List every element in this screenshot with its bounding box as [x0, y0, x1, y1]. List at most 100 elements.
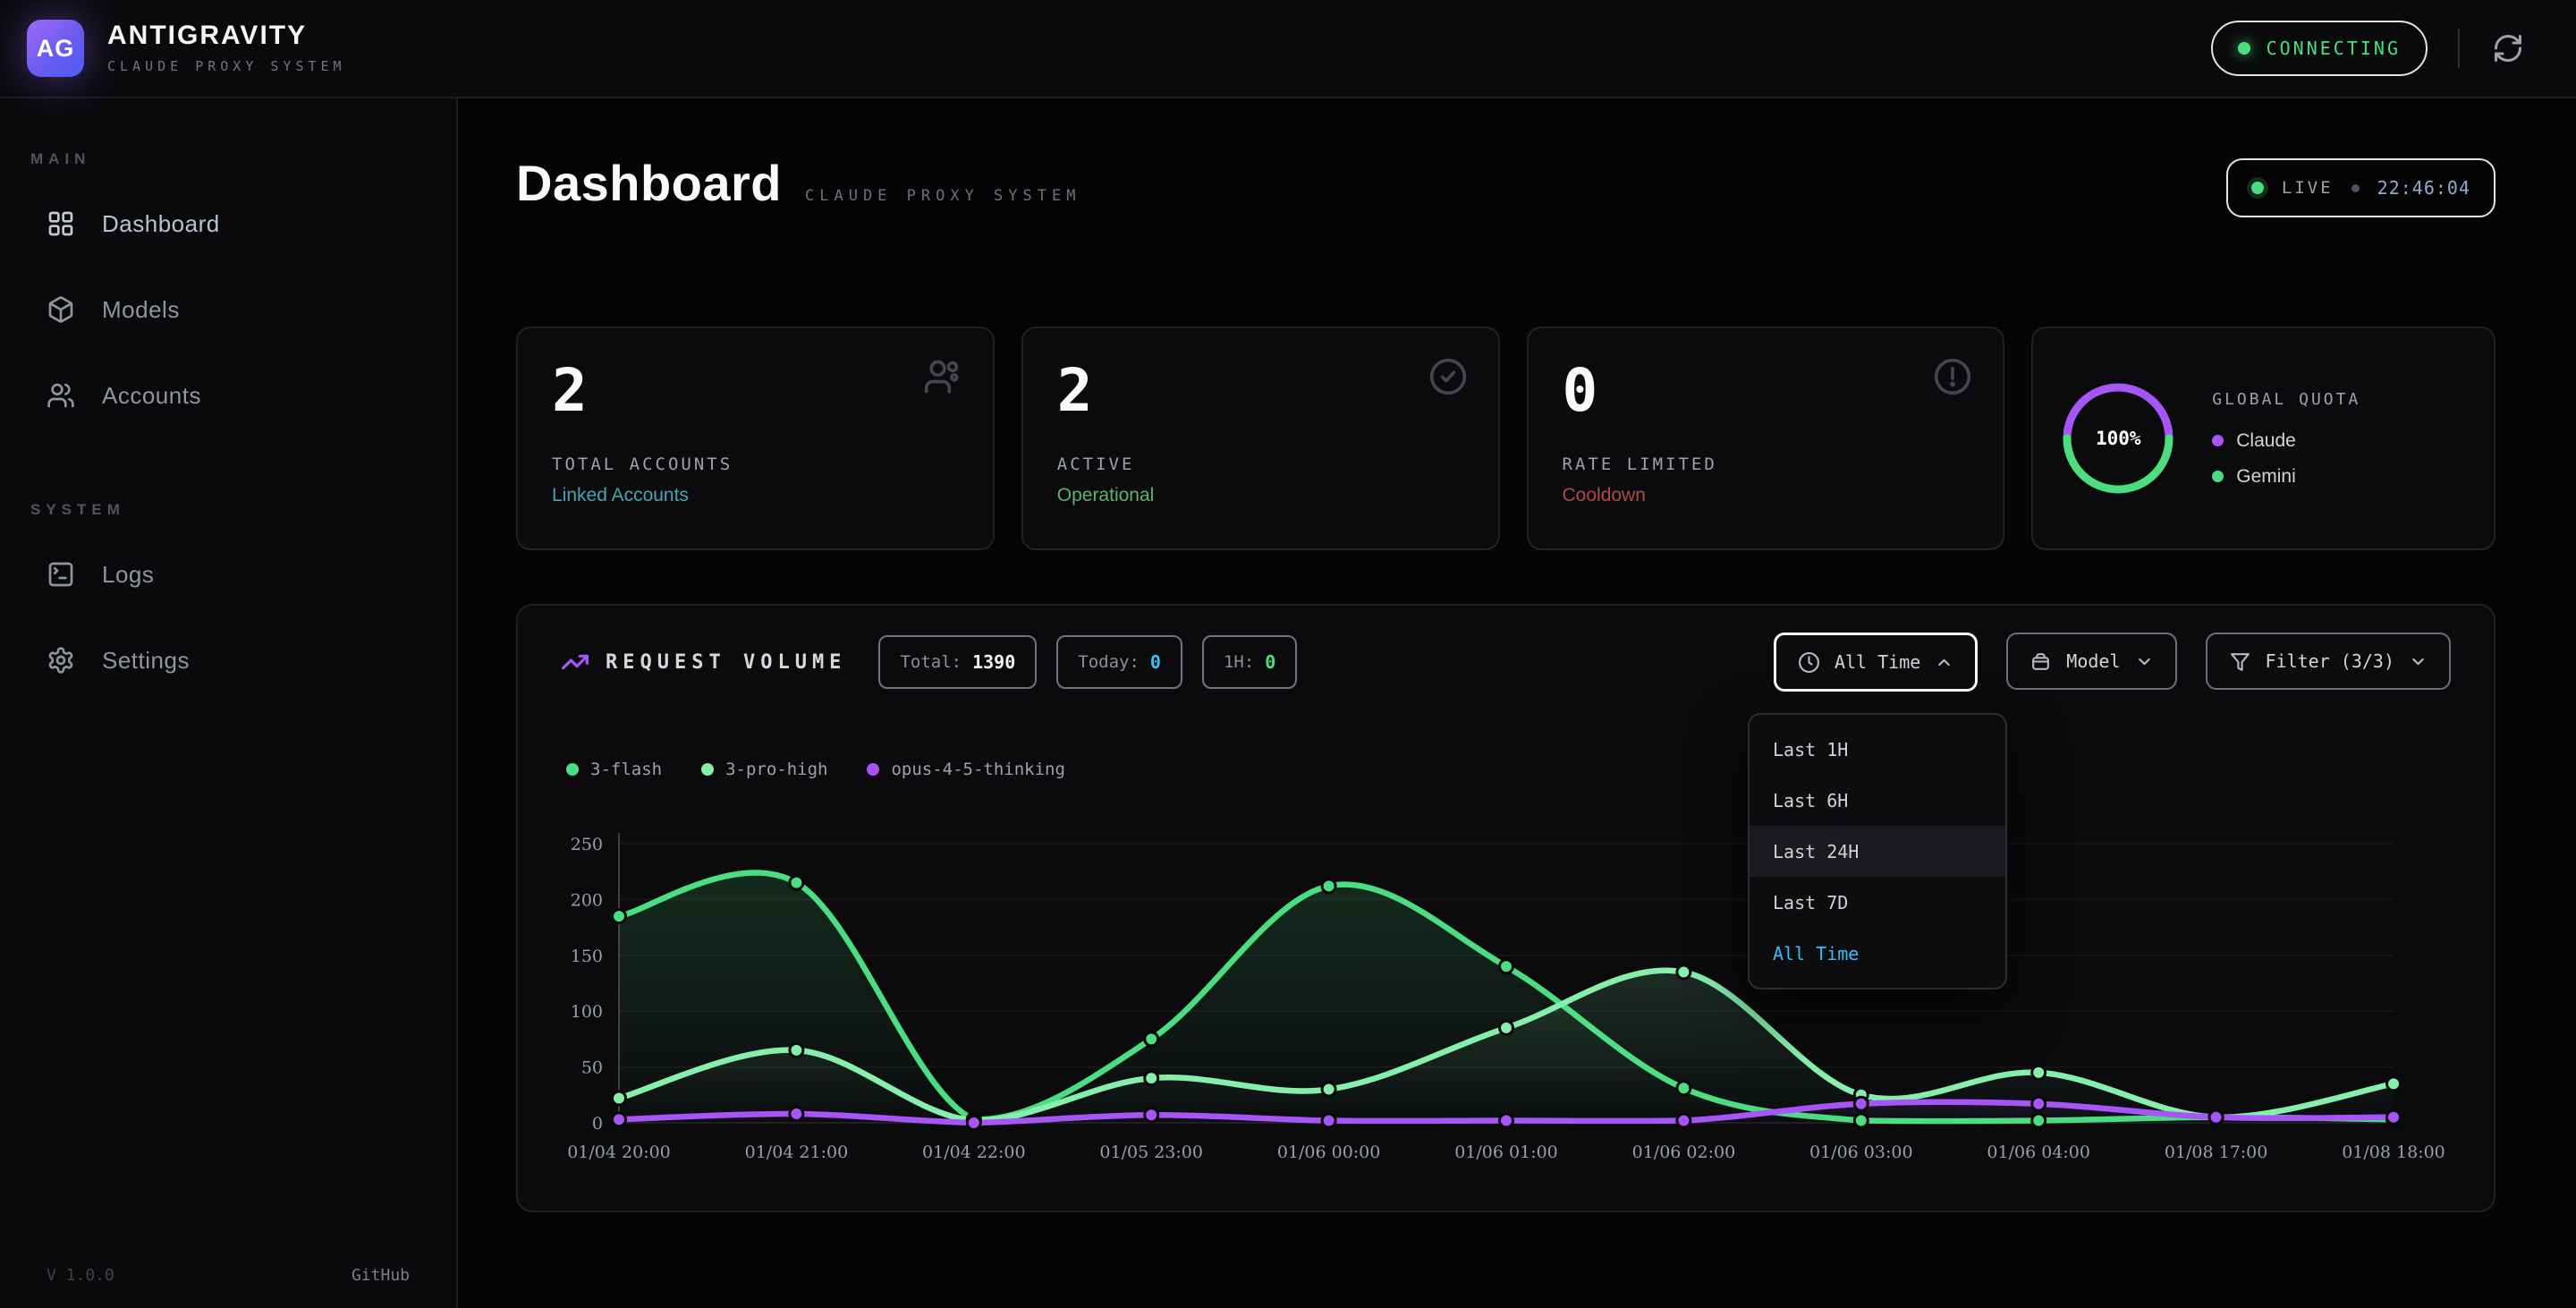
quota-title: GLOBAL QUOTA	[2212, 390, 2360, 409]
app-subtitle: CLAUDE PROXY SYSTEM	[107, 58, 346, 74]
time-range-dropdown: Last 1H Last 6H Last 24H Last 7D All Tim…	[1748, 713, 2007, 989]
svg-text:0: 0	[592, 1114, 603, 1134]
top-bar: AG ANTIGRAVITY CLAUDE PROXY SYSTEM CONNE…	[0, 0, 2576, 98]
stat-value: 0	[1563, 359, 1970, 424]
dropdown-item-last-6h[interactable]: Last 6H	[1750, 775, 2005, 826]
dropdown-item-last-24h[interactable]: Last 24H	[1750, 826, 2005, 877]
filter-button[interactable]: Filter (3/3)	[2206, 633, 2452, 690]
stat-value: 2	[552, 359, 959, 424]
separator-dot-icon	[2351, 184, 2360, 192]
chevron-up-icon	[1935, 653, 1953, 672]
sidebar-item-label: Settings	[102, 647, 190, 675]
pill-value: 0	[1265, 651, 1275, 673]
global-quota-card: 100% GLOBAL QUOTA Claude Gemini	[2031, 327, 2496, 550]
refresh-button[interactable]	[2490, 30, 2526, 66]
pill-value: 0	[1150, 651, 1161, 673]
pill-value: 1390	[972, 651, 1015, 673]
sidebar-item-label: Models	[102, 296, 180, 324]
app-version: V 1.0.0	[47, 1266, 114, 1285]
svg-text:01/08 17:00: 01/08 17:00	[2165, 1142, 2268, 1162]
check-circle-icon	[1428, 357, 1468, 396]
main-content: Dashboard CLAUDE PROXY SYSTEM LIVE 22:46…	[460, 98, 2576, 1308]
today-requests-pill: Today: 0	[1056, 635, 1182, 689]
dropdown-item-all-time[interactable]: All Time	[1750, 928, 2005, 979]
connection-status-badge: CONNECTING	[2211, 21, 2428, 76]
total-requests-pill: Total: 1390	[878, 635, 1037, 689]
chevron-down-icon	[2409, 652, 2428, 671]
users-icon	[47, 381, 75, 410]
funnel-icon	[2229, 650, 2251, 673]
model-filter-label: Model	[2066, 650, 2120, 672]
alert-circle-icon	[1933, 357, 1972, 396]
live-label: LIVE	[2282, 178, 2334, 198]
sidebar-item-models[interactable]: Models	[0, 267, 456, 352]
pill-label: 1H:	[1224, 652, 1254, 672]
time-range-label: All Time	[1835, 651, 1920, 673]
legend-item-3-flash: 3-flash	[566, 760, 662, 779]
sidebar-item-label: Logs	[102, 561, 154, 589]
sidebar-item-accounts[interactable]: Accounts	[0, 352, 456, 438]
svg-text:200: 200	[571, 890, 603, 910]
clock-icon	[1798, 651, 1820, 674]
stat-value: 2	[1057, 359, 1464, 424]
box-icon	[2029, 650, 2052, 673]
live-time: 22:46:04	[2377, 177, 2470, 199]
chevron-down-icon	[2135, 652, 2154, 671]
model-filter-button[interactable]: Model	[2006, 633, 2176, 690]
brand: AG ANTIGRAVITY CLAUDE PROXY SYSTEM	[27, 20, 346, 77]
quota-legend-claude: Claude	[2212, 430, 2360, 452]
refresh-icon	[2492, 32, 2524, 64]
svg-text:01/04 20:00: 01/04 20:00	[567, 1142, 671, 1162]
stat-label: TOTAL ACCOUNTS	[552, 454, 959, 474]
stat-sublabel: Cooldown	[1563, 485, 1970, 506]
quota-legend-label: Claude	[2236, 430, 2296, 452]
hour-requests-pill: 1H: 0	[1202, 635, 1297, 689]
stat-card-total-accounts: 2 TOTAL ACCOUNTS Linked Accounts	[516, 327, 995, 550]
svg-text:01/04 22:00: 01/04 22:00	[922, 1142, 1026, 1162]
github-link[interactable]: GitHub	[352, 1266, 410, 1285]
filter-label: Filter (3/3)	[2266, 650, 2395, 672]
series-dot-icon	[867, 763, 879, 776]
app-logo: AG	[27, 20, 84, 77]
panel-title: REQUEST VOLUME	[606, 651, 846, 674]
page-title: Dashboard	[516, 154, 782, 212]
stat-sublabel: Operational	[1057, 485, 1464, 506]
legend-label: 3-pro-high	[725, 760, 827, 779]
sidebar-item-dashboard[interactable]: Dashboard	[0, 181, 456, 267]
sidebar-item-logs[interactable]: Logs	[0, 531, 456, 617]
users-icon	[923, 357, 962, 396]
series-dot-icon	[566, 763, 579, 776]
svg-text:01/06 01:00: 01/06 01:00	[1454, 1142, 1558, 1162]
sidebar-section-system: SYSTEM	[30, 501, 456, 519]
gemini-dot-icon	[2212, 471, 2224, 482]
sidebar-item-settings[interactable]: Settings	[0, 617, 456, 703]
dropdown-item-last-7d[interactable]: Last 7D	[1750, 877, 2005, 928]
stat-card-active: 2 ACTIVE Operational	[1021, 327, 1500, 550]
dropdown-item-last-1h[interactable]: Last 1H	[1750, 724, 2005, 775]
status-dot-icon	[2238, 42, 2250, 55]
connection-status-label: CONNECTING	[2267, 38, 2401, 59]
cube-icon	[47, 295, 75, 324]
stat-label: ACTIVE	[1057, 454, 1464, 474]
app-title: ANTIGRAVITY	[107, 22, 346, 49]
gear-icon	[47, 646, 75, 675]
legend-item-opus: opus-4-5-thinking	[867, 760, 1064, 779]
svg-text:01/06 00:00: 01/06 00:00	[1277, 1142, 1381, 1162]
svg-text:01/06 03:00: 01/06 03:00	[1809, 1142, 1913, 1162]
svg-text:50: 50	[581, 1058, 603, 1078]
svg-text:01/05 23:00: 01/05 23:00	[1099, 1142, 1203, 1162]
time-range-button[interactable]: All Time	[1774, 633, 1978, 692]
quota-donut-chart: 100%	[2060, 380, 2176, 497]
live-clock-badge: LIVE 22:46:04	[2226, 158, 2496, 217]
legend-item-3-pro-high: 3-pro-high	[701, 760, 827, 779]
stat-sublabel: Linked Accounts	[552, 485, 959, 506]
stat-label: RATE LIMITED	[1563, 454, 1970, 474]
quota-legend-label: Gemini	[2236, 466, 2296, 488]
sidebar: MAIN Dashboard Models Accounts SYSTEM	[0, 98, 458, 1308]
svg-text:150: 150	[571, 947, 603, 966]
quota-legend-gemini: Gemini	[2212, 466, 2360, 488]
legend-label: opus-4-5-thinking	[891, 760, 1064, 779]
sidebar-item-label: Accounts	[102, 382, 201, 410]
page-subtitle: CLAUDE PROXY SYSTEM	[805, 187, 1080, 205]
live-dot-icon	[2251, 182, 2264, 194]
